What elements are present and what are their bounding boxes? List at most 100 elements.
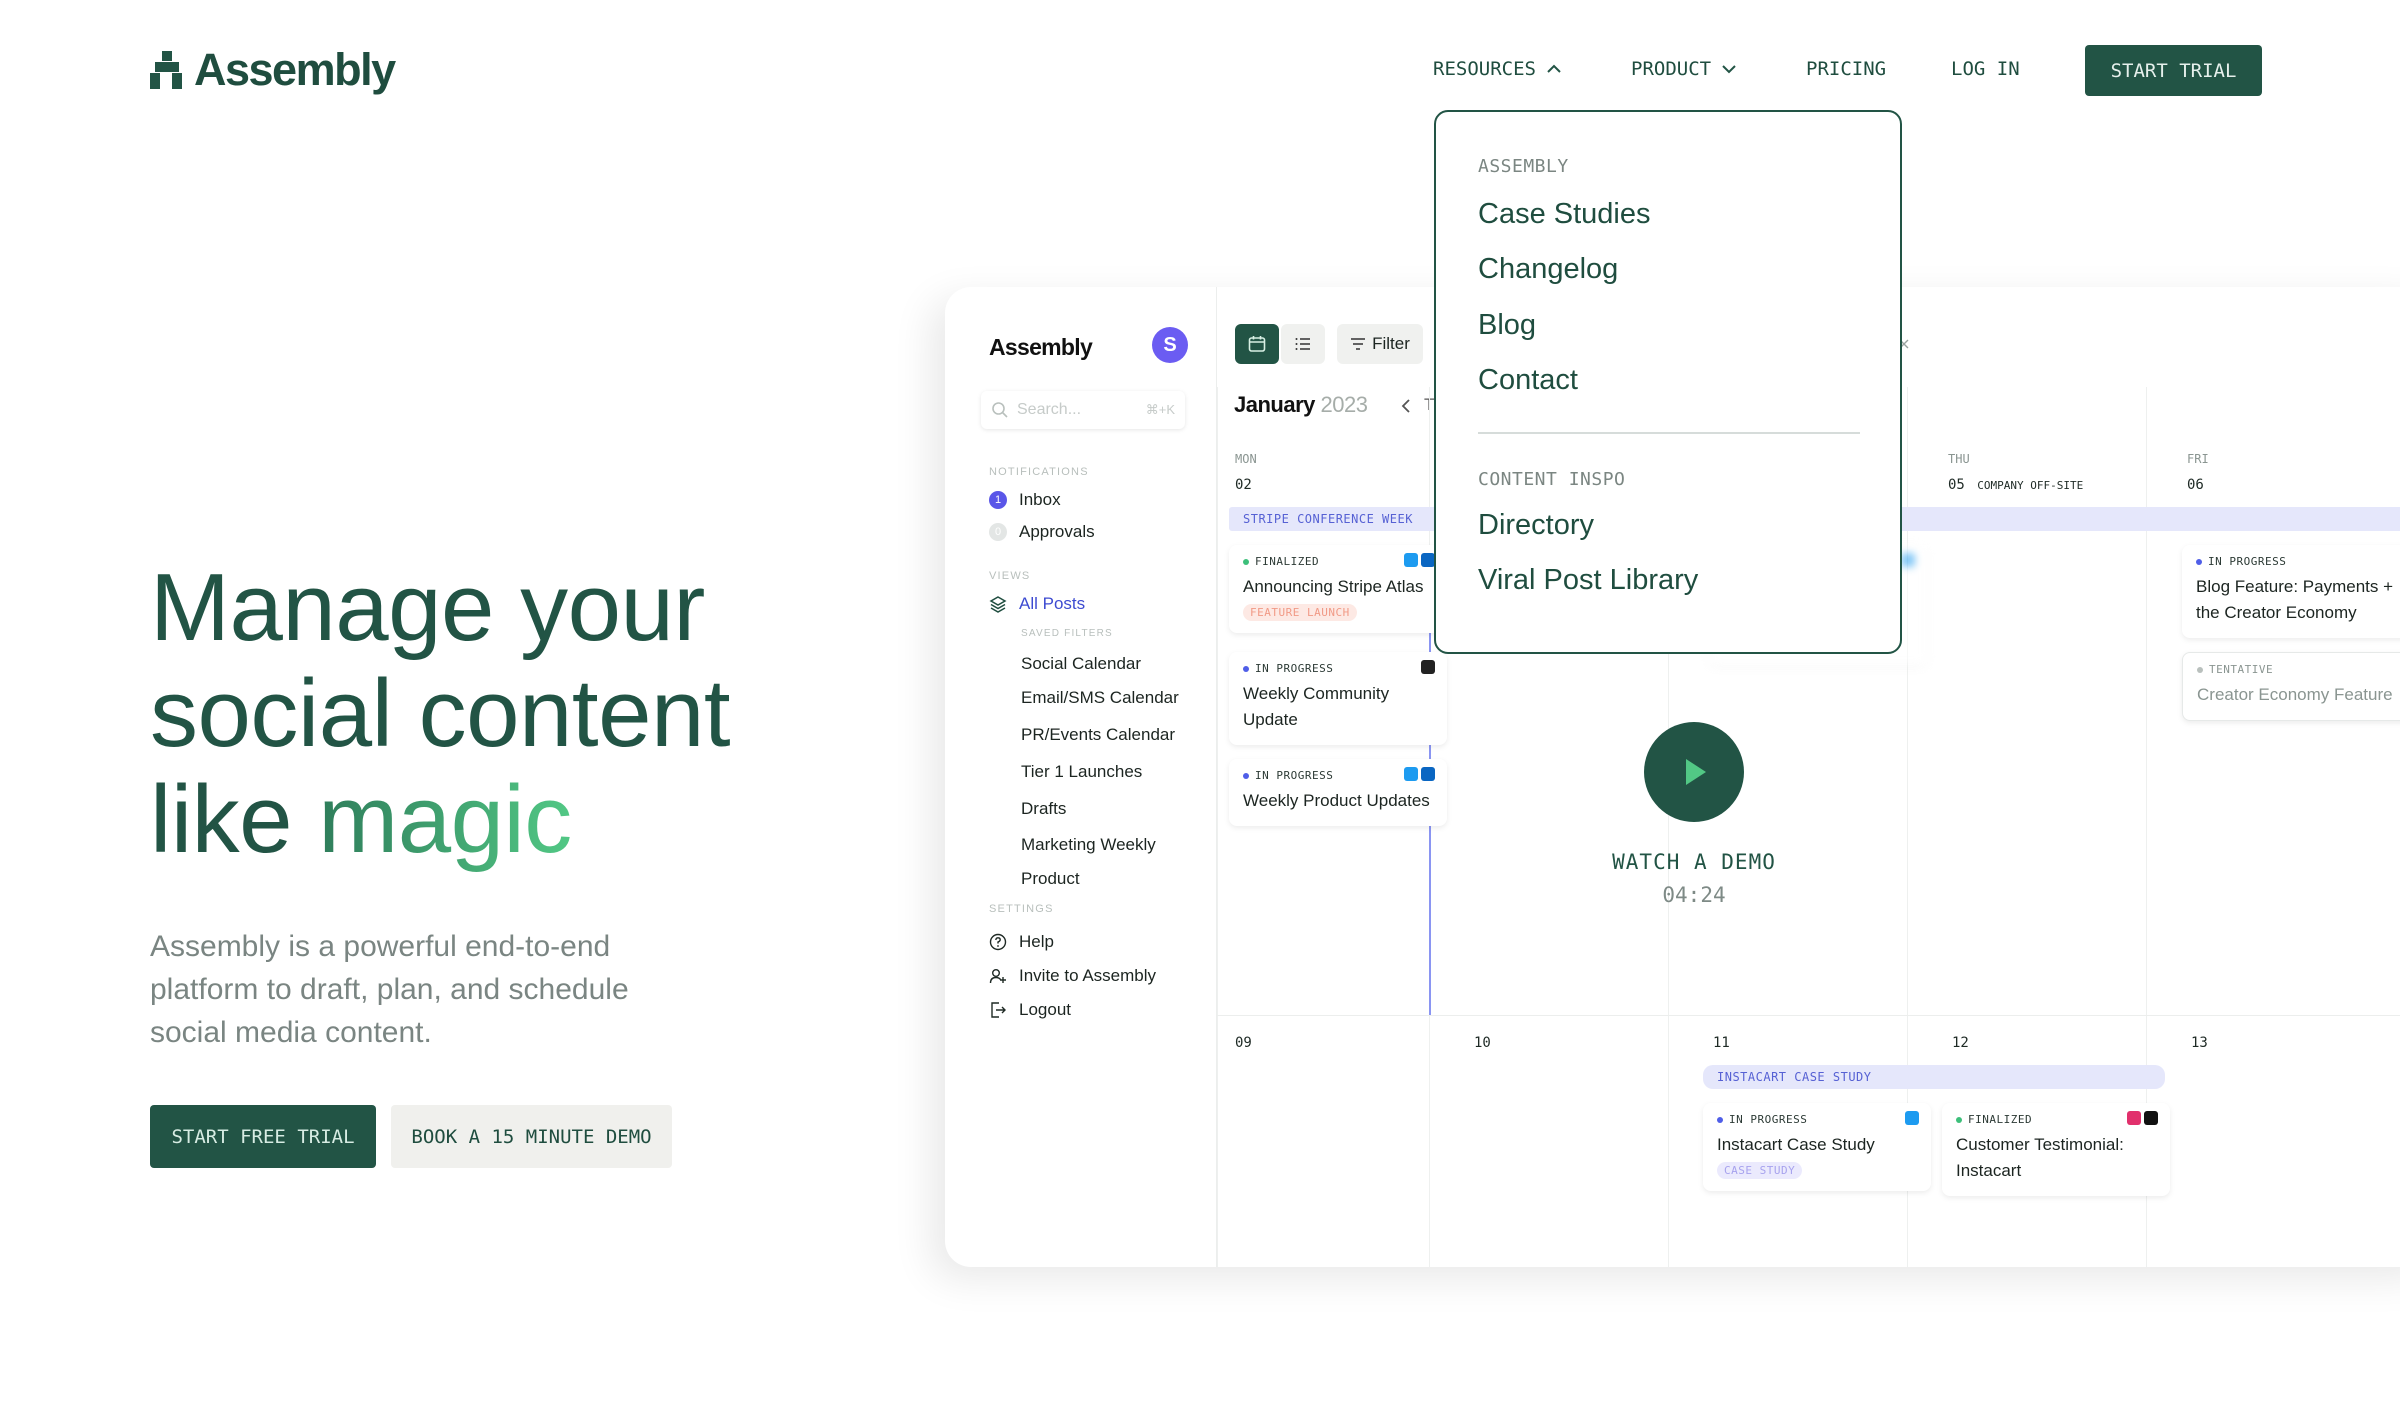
logout-icon bbox=[989, 1001, 1007, 1019]
sidebar-item-approvals[interactable]: 0 Approvals bbox=[989, 522, 1095, 542]
post-card[interactable]: IN PROGRESS Blog Feature: Payments + the… bbox=[2182, 545, 2400, 638]
start-free-trial-button[interactable]: START FREE TRIAL bbox=[150, 1105, 376, 1168]
book-demo-button[interactable]: BOOK A 15 MINUTE DEMO bbox=[391, 1105, 672, 1168]
sidebar-item-all-posts[interactable]: All Posts bbox=[989, 594, 1085, 614]
dropdown-item-viral-post-library[interactable]: Viral Post Library bbox=[1478, 564, 1698, 597]
sidebar-item-inbox[interactable]: 1 Inbox bbox=[989, 490, 1061, 510]
dropdown-item-case-studies[interactable]: Case Studies bbox=[1478, 198, 1651, 231]
list-view-button[interactable] bbox=[1281, 324, 1325, 364]
status-badge: FINALIZED bbox=[1255, 555, 1320, 568]
status-dot bbox=[1956, 1116, 1962, 1123]
play-icon bbox=[1686, 759, 1706, 785]
brand-logo[interactable]: Assembly bbox=[150, 44, 396, 96]
post-card[interactable]: TENTATIVE Creator Economy Feature bbox=[2182, 652, 2400, 721]
search-shortcut: ⌘+K bbox=[1145, 402, 1175, 417]
linkedin-icon bbox=[1421, 767, 1435, 781]
dropdown-item-blog[interactable]: Blog bbox=[1478, 309, 1536, 342]
app-logo: Assembly bbox=[989, 334, 1093, 360]
day-number: 12 bbox=[1952, 1035, 1969, 1051]
post-title: Weekly Community Update bbox=[1243, 684, 1390, 729]
add-user-icon bbox=[989, 967, 1007, 985]
status-dot bbox=[2196, 558, 2202, 565]
day-name-mon: MON bbox=[1235, 452, 1257, 466]
filter-icon bbox=[1351, 338, 1366, 350]
platform-icons bbox=[1901, 553, 1915, 567]
column-divider bbox=[1217, 387, 1218, 1267]
status-badge: IN PROGRESS bbox=[1255, 769, 1334, 782]
platform-icons bbox=[1404, 767, 1435, 781]
day-number: 11 bbox=[1713, 1035, 1730, 1051]
search-placeholder: Search... bbox=[1017, 401, 1082, 418]
search-input[interactable]: Search... ⌘+K bbox=[981, 391, 1185, 429]
day-number: 06 bbox=[2187, 477, 2204, 493]
tiktok-icon bbox=[2144, 1111, 2158, 1125]
nav-pricing[interactable]: PRICING bbox=[1806, 58, 1886, 80]
saved-filter-item[interactable]: PR/Events Calendar bbox=[1021, 725, 1175, 745]
day-number: 13 bbox=[2191, 1035, 2208, 1051]
hero-title-line3: like magic bbox=[150, 767, 730, 873]
calendar-month: January 2023 bbox=[1234, 392, 1368, 418]
filter-label: Filter bbox=[1372, 334, 1410, 353]
sidebar-item-label: Inbox bbox=[1019, 490, 1061, 509]
post-card[interactable]: IN PROGRESS Weekly Community Update bbox=[1229, 652, 1447, 745]
saved-filter-item[interactable]: Social Calendar bbox=[1021, 654, 1141, 674]
status-badge: IN PROGRESS bbox=[1729, 1113, 1808, 1126]
play-demo-button[interactable] bbox=[1644, 722, 1744, 822]
sidebar-item-logout[interactable]: Logout bbox=[989, 1000, 1071, 1020]
watch-demo-label[interactable]: WATCH A DEMO bbox=[1567, 850, 1821, 874]
saved-filter-item[interactable]: Drafts bbox=[1021, 799, 1066, 819]
app-sidebar: Assembly S Search... ⌘+K NOTIFICATIONS 1… bbox=[945, 287, 1217, 1267]
twitter-icon bbox=[1404, 767, 1418, 781]
filter-button[interactable]: Filter bbox=[1337, 324, 1423, 364]
post-title: Customer Testimonial: Instacart bbox=[1956, 1135, 2124, 1180]
dropdown-item-contact[interactable]: Contact bbox=[1478, 364, 1578, 397]
post-card[interactable]: IN PROGRESS Instacart Case Study CASE ST… bbox=[1703, 1103, 1931, 1191]
dropdown-divider bbox=[1478, 432, 1860, 434]
avatar[interactable]: S bbox=[1152, 327, 1188, 363]
nav-product-label: PRODUCT bbox=[1631, 58, 1712, 80]
nav-resources[interactable]: RESOURCES bbox=[1433, 58, 1562, 80]
sidebar-item-invite[interactable]: Invite to Assembly bbox=[989, 966, 1156, 986]
status-badge: IN PROGRESS bbox=[2208, 555, 2287, 568]
post-card[interactable]: IN PROGRESS Weekly Product Updates bbox=[1229, 759, 1447, 826]
status-dot bbox=[1243, 665, 1249, 672]
dropdown-section-assembly: ASSEMBLY bbox=[1478, 156, 1569, 177]
instagram-icon bbox=[2127, 1111, 2141, 1125]
chevron-left-icon[interactable] bbox=[1400, 398, 1412, 414]
platform-icons bbox=[2127, 1111, 2158, 1125]
dropdown-item-directory[interactable]: Directory bbox=[1478, 509, 1594, 542]
saved-filter-item[interactable]: Product bbox=[1021, 869, 1080, 889]
sidebar-item-label: All Posts bbox=[1019, 594, 1086, 613]
post-title: Announcing Stripe Atlas bbox=[1243, 577, 1424, 596]
nav-product[interactable]: PRODUCT bbox=[1631, 58, 1737, 80]
week-divider bbox=[1217, 1015, 2400, 1016]
notifications-section-label: NOTIFICATIONS bbox=[989, 466, 1089, 478]
hero-title-prefix: like bbox=[150, 766, 319, 873]
event-band-instacart[interactable]: INSTACART CASE STUDY bbox=[1703, 1065, 2165, 1089]
dropdown-item-changelog[interactable]: Changelog bbox=[1478, 253, 1618, 286]
saved-filter-item[interactable]: Marketing Weekly bbox=[1021, 835, 1156, 855]
nav-login[interactable]: LOG IN bbox=[1951, 58, 2020, 80]
hero-description: Assembly is a powerful end-to-end platfo… bbox=[150, 930, 629, 1049]
twitter-icon bbox=[1901, 553, 1915, 567]
day-name-thu: THU bbox=[1948, 452, 1970, 466]
saved-filter-item[interactable]: Email/SMS Calendar bbox=[1021, 688, 1179, 708]
sidebar-item-help[interactable]: Help bbox=[989, 932, 1054, 952]
hero-title-line1: Manage your bbox=[150, 554, 705, 661]
saved-filters-label: SAVED FILTERS bbox=[1021, 628, 1113, 639]
start-trial-button[interactable]: START TRIAL bbox=[2085, 45, 2262, 96]
post-card[interactable]: FINALIZED Customer Testimonial: Instacar… bbox=[1942, 1103, 2170, 1196]
views-section-label: VIEWS bbox=[989, 570, 1031, 582]
post-title: Creator Economy Feature bbox=[2197, 685, 2393, 704]
saved-filter-item[interactable]: Tier 1 Launches bbox=[1021, 762, 1142, 782]
calendar-view-button[interactable] bbox=[1235, 324, 1279, 364]
settings-section-label: SETTINGS bbox=[989, 903, 1054, 915]
help-icon bbox=[989, 933, 1007, 951]
post-card[interactable]: FINALIZED Announcing Stripe Atlas FEATUR… bbox=[1229, 545, 1447, 633]
sidebar-item-label: Invite to Assembly bbox=[1019, 966, 1157, 985]
approvals-count-badge: 0 bbox=[989, 523, 1007, 541]
status-badge: TENTATIVE bbox=[2209, 663, 2274, 676]
hero-title-accent: magic bbox=[318, 766, 572, 873]
inbox-count-badge: 1 bbox=[989, 491, 1007, 509]
post-title: Weekly Product Updates bbox=[1243, 791, 1430, 810]
